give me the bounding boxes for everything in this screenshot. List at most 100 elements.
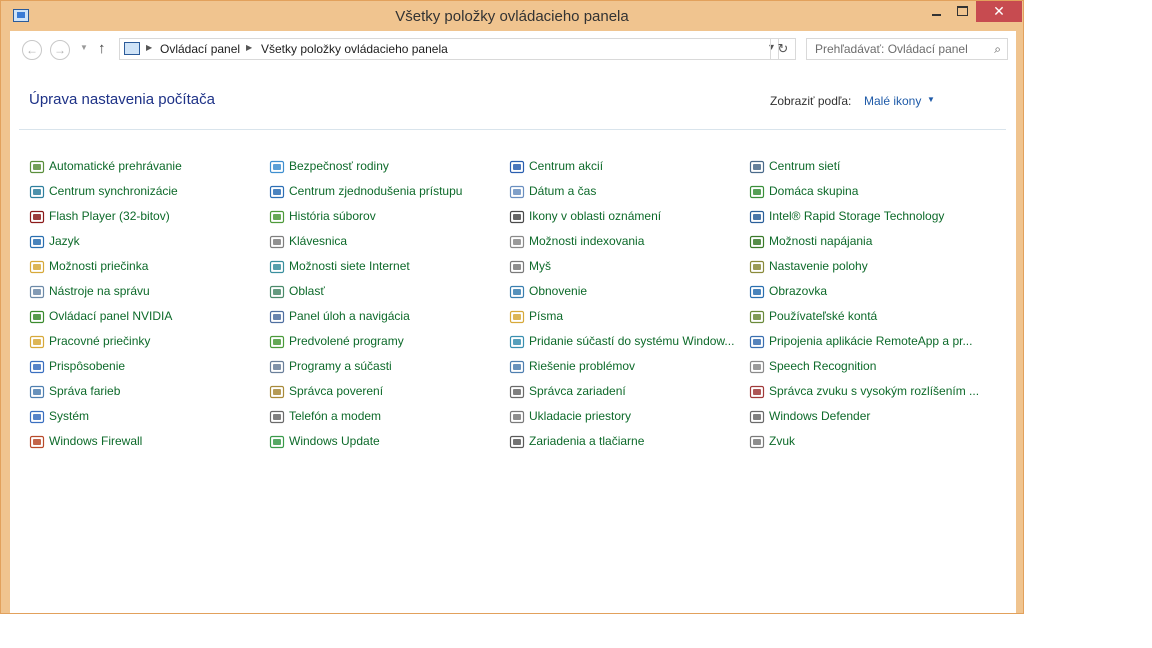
item-label: Panel úloh a navigácia — [289, 309, 410, 323]
windows-update-icon — [269, 434, 285, 450]
nastavenie-polohy-icon — [749, 259, 765, 275]
item-label: Centrum sietí — [769, 159, 841, 173]
up-arrow-icon: ↑ — [98, 40, 106, 57]
item-label: Klávesnica — [289, 234, 348, 248]
item-label: Centrum akcií — [529, 159, 604, 173]
centrum-akcii-icon — [509, 159, 525, 175]
moznosti-priecinka-icon — [29, 259, 45, 275]
mys-icon — [509, 259, 525, 275]
pisma-icon — [509, 309, 525, 325]
item-label: Ovládací panel NVIDIA — [49, 309, 173, 323]
item-label: Používateľské kontá — [769, 309, 878, 323]
window-border-right — [1015, 31, 1023, 613]
system-icon — [29, 409, 45, 425]
forward-button[interactable]: → — [50, 40, 70, 60]
item-label: Speech Recognition — [769, 359, 877, 373]
refresh-icon: ↻ — [777, 41, 789, 56]
minimize-button[interactable] — [922, 1, 950, 22]
item-label: Zariadenia a tlačiarne — [529, 434, 645, 448]
intel-rapid-storage-technology-icon — [749, 209, 765, 225]
item-label: Windows Update — [289, 434, 380, 448]
datum-a-cas-icon — [509, 184, 525, 200]
control-panel-location-icon — [124, 42, 140, 55]
item-label: Správa farieb — [49, 384, 121, 398]
close-icon: ✕ — [993, 3, 1005, 19]
item-label: Domáca skupina — [769, 184, 859, 198]
address-bar[interactable]: ▶ Ovládací panel ▶ Všetky položky ovláda… — [119, 38, 779, 60]
item-label: Obrazovka — [769, 284, 828, 298]
breadcrumb-separator-icon[interactable]: ▶ — [146, 43, 152, 52]
item-label: Automatické prehrávanie — [49, 159, 182, 173]
search-input[interactable]: Prehľadávať: Ovládací panel ⌕ — [806, 38, 1008, 60]
bezpecnost-rodiny-icon — [269, 159, 285, 175]
breadcrumb-control-panel[interactable]: Ovládací panel — [160, 42, 240, 56]
flash-player-32-bitov-icon — [29, 209, 45, 225]
item-label: Systém — [49, 409, 90, 423]
window-title: Všetky položky ovládacieho panela — [395, 8, 629, 25]
item-label: Možnosti siete Internet — [289, 259, 410, 273]
up-button[interactable]: ↑ — [98, 40, 106, 57]
maximize-icon — [956, 6, 968, 16]
view-by-label: Zobraziť podľa: — [770, 94, 852, 108]
klavesnica-icon — [269, 234, 285, 250]
pridanie-sucasti-do-systemu-window-icon — [509, 334, 525, 350]
centrum-synchronizacie-icon — [29, 184, 45, 200]
chevron-down-icon[interactable]: ▼ — [927, 95, 935, 104]
windows-defender-icon — [749, 409, 765, 425]
control-panel-window: Všetky položky ovládacieho panela ✕ ← → … — [0, 0, 1024, 614]
item-label: Zvuk — [769, 434, 796, 448]
sprava-farieb-icon — [29, 384, 45, 400]
panel-uloh-a-navigacia-icon — [269, 309, 285, 325]
item-label: Ukladacie priestory — [529, 409, 632, 423]
minimize-icon — [931, 13, 941, 16]
item-label: Dátum a čas — [529, 184, 597, 198]
recent-locations-dropdown[interactable]: ▼ — [80, 43, 88, 52]
item-label: Centrum zjednodušenia prístupu — [289, 184, 463, 198]
item-label: Možnosti priečinka — [49, 259, 149, 273]
item-label: Možnosti indexovania — [529, 234, 645, 248]
back-button[interactable]: ← — [22, 40, 42, 60]
window-border-left — [1, 31, 10, 613]
item-label: Windows Defender — [769, 409, 871, 423]
spravca-zariadeni-icon — [509, 384, 525, 400]
historia-suborov-icon — [269, 209, 285, 225]
pracovne-priecinky-icon — [29, 334, 45, 350]
item-label: Správca zariadení — [529, 384, 626, 398]
breadcrumb-all-items[interactable]: Všetky položky ovládacieho panela — [261, 42, 448, 56]
close-button[interactable]: ✕ — [976, 1, 1022, 22]
title-bar[interactable]: Všetky položky ovládacieho panela ✕ — [1, 1, 1023, 31]
item-label: Bezpečnosť rodiny — [289, 159, 389, 173]
item-label: Ikony v oblasti oznámení — [529, 209, 662, 223]
ikony-v-oblasti-oznameni-icon — [509, 209, 525, 225]
zariadenia-a-tlaciarne-icon — [509, 434, 525, 450]
item-label: Flash Player (32-bitov) — [49, 209, 170, 223]
ukladacie-priestory-icon — [509, 409, 525, 425]
item-label: Správca zvuku s vysokým rozlíšením ... — [769, 384, 980, 398]
jazyk-icon — [29, 234, 45, 250]
search-icon[interactable]: ⌕ — [994, 42, 1001, 57]
header-divider — [19, 129, 1006, 130]
spravca-zvuku-s-vysokym-rozlisenim-icon — [749, 384, 765, 400]
item-label: Oblasť — [289, 284, 325, 298]
item-label: Jazyk — [49, 234, 80, 248]
forward-arrow-icon: → — [54, 43, 66, 57]
ovladaci-panel-nvidia-icon — [29, 309, 45, 325]
item-label: Obnovenie — [529, 284, 588, 298]
search-placeholder: Prehľadávať: Ovládací panel — [815, 42, 968, 56]
zvuk-icon — [749, 434, 765, 450]
maximize-button[interactable] — [948, 1, 976, 22]
breadcrumb-separator-icon[interactable]: ▶ — [246, 43, 252, 52]
windows-firewall-icon — [29, 434, 45, 450]
view-by-dropdown[interactable]: Malé ikony — [864, 94, 921, 108]
back-arrow-icon: ← — [26, 43, 38, 57]
obnovenie-icon — [509, 284, 525, 300]
refresh-button[interactable]: ↻ — [770, 38, 796, 60]
telefon-a-modem-icon — [269, 409, 285, 425]
item-label: Windows Firewall — [49, 434, 143, 448]
nastroje-na-spravu-icon — [29, 284, 45, 300]
item-label: Telefón a modem — [289, 409, 382, 423]
item-label: Nástroje na správu — [49, 284, 150, 298]
item-label: Myš — [529, 259, 551, 273]
item-label: Programy a súčasti — [289, 359, 392, 373]
oblast-icon — [269, 284, 285, 300]
